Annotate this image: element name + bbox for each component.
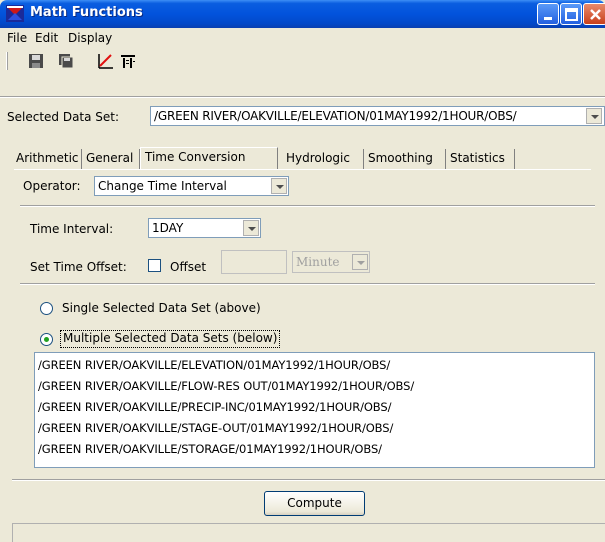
minimize-button[interactable] [537, 3, 559, 25]
app-icon [6, 5, 24, 22]
selected-dataset-label: Selected Data Set: [7, 110, 120, 124]
tab-time-conversion[interactable]: Time Conversion [140, 147, 278, 169]
operator-value: Change Time Interval [98, 179, 227, 193]
offset-unit-value: Minute [296, 255, 340, 269]
dataset-list[interactable]: /GREEN RIVER/OAKVILLE/ELEVATION/01MAY199… [34, 352, 595, 468]
multiple-dataset-label: Multiple Selected Data Sets (below) [63, 331, 278, 345]
time-interval-combo[interactable]: 1DAY [148, 218, 261, 238]
single-dataset-radio[interactable] [40, 302, 53, 315]
multiple-dataset-focus: Multiple Selected Data Sets (below) [60, 330, 281, 348]
selected-dataset-value: /GREEN RIVER/OAKVILLE/ELEVATION/01MAY199… [154, 109, 517, 123]
multiple-dataset-radio[interactable] [40, 333, 53, 346]
status-bar [12, 523, 605, 542]
offset-checkbox[interactable] [148, 259, 161, 272]
chevron-down-icon[interactable] [243, 220, 259, 236]
single-dataset-label: Single Selected Data Set (above) [62, 301, 261, 315]
operator-combo[interactable]: Change Time Interval [94, 176, 289, 196]
menu-bar: File Edit Display [0, 28, 605, 48]
toolbar-divider [0, 96, 605, 98]
time-interval-label: Time Interval: [30, 222, 114, 236]
tabulate-icon[interactable] [118, 51, 138, 71]
save-as-icon[interactable] [56, 51, 76, 71]
tab-general[interactable]: General [82, 149, 140, 169]
toolbar [0, 48, 605, 74]
menu-file[interactable]: File [7, 31, 27, 45]
operator-divider [20, 205, 595, 207]
list-item[interactable]: /GREEN RIVER/OAKVILLE/STORAGE/01MAY1992/… [38, 442, 382, 456]
chevron-down-icon[interactable] [271, 178, 287, 194]
chevron-down-icon[interactable] [586, 108, 602, 124]
tab-arithmetic[interactable]: Arithmetic [12, 149, 82, 169]
tab-hydrologic[interactable]: Hydrologic [282, 149, 364, 169]
compute-button[interactable]: Compute [264, 491, 365, 516]
time-interval-value: 1DAY [152, 221, 184, 235]
offset-input[interactable] [221, 250, 287, 274]
list-item[interactable]: /GREEN RIVER/OAKVILLE/STAGE-OUT/01MAY199… [38, 421, 393, 435]
tab-statistics[interactable]: Statistics [446, 149, 515, 169]
operator-label: Operator: [23, 179, 81, 193]
offset-divider [20, 283, 595, 285]
list-item[interactable]: /GREEN RIVER/OAKVILLE/ELEVATION/01MAY199… [38, 358, 390, 372]
menu-edit[interactable]: Edit [35, 31, 58, 45]
offset-label: Offset [170, 260, 207, 274]
title-bar[interactable]: Math Functions [0, 0, 605, 28]
plot-icon[interactable] [95, 51, 115, 71]
list-item[interactable]: /GREEN RIVER/OAKVILLE/FLOW-RES OUT/01MAY… [38, 379, 414, 393]
tab-panel-border [14, 169, 591, 170]
close-button[interactable] [583, 3, 605, 25]
math-functions-window: Math Functions File Edit Display Selecte… [0, 0, 605, 542]
menu-display[interactable]: Display [68, 31, 112, 45]
save-icon[interactable] [26, 51, 46, 71]
chevron-down-icon[interactable] [352, 254, 368, 270]
bottom-divider [12, 479, 605, 481]
list-item[interactable]: /GREEN RIVER/OAKVILLE/PRECIP-INC/01MAY19… [38, 400, 391, 414]
tab-smoothing[interactable]: Smoothing [364, 149, 446, 169]
offset-unit-combo[interactable]: Minute [292, 251, 370, 273]
toolbar-grip[interactable] [6, 52, 8, 70]
window-title: Math Functions [30, 5, 143, 20]
set-time-offset-label: Set Time Offset: [30, 260, 127, 274]
maximize-button[interactable] [560, 3, 582, 25]
selected-dataset-combo[interactable]: /GREEN RIVER/OAKVILLE/ELEVATION/01MAY199… [150, 106, 605, 126]
